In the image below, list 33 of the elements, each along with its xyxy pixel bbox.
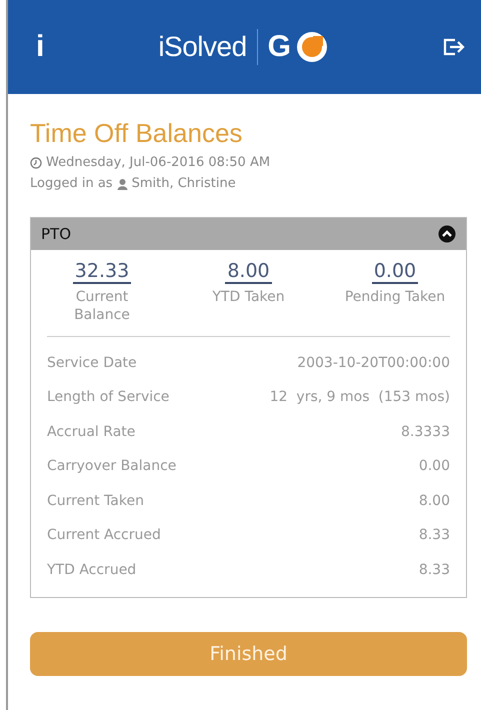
plan-header[interactable]: PTO	[31, 218, 466, 250]
detail-value: 12 yrs, 9 mos (153 mos)	[270, 389, 450, 406]
logo-letter: G	[268, 30, 292, 64]
logged-in-label: Logged in as	[30, 176, 113, 191]
detail-label: Current Accrued	[47, 527, 161, 544]
date-time: Wednesday, Jul-06-2016 08:50 AM	[46, 155, 270, 170]
balance-link[interactable]: 8.00	[225, 260, 272, 284]
detail-value: 8.33	[418, 562, 450, 578]
detail-value: 8.00	[418, 492, 450, 509]
detail-value: 0.00	[418, 458, 450, 474]
collapse-icon[interactable]	[438, 225, 456, 243]
detail-value: 2003-10-20T00:00:00	[297, 354, 450, 371]
balance-link[interactable]: 0.00	[372, 260, 418, 284]
brand-name: iSolved	[158, 31, 247, 63]
balance-label: Current Balance	[73, 288, 131, 324]
detail-label: Carryover Balance	[47, 458, 176, 474]
detail-label: Service Date	[47, 354, 137, 371]
logout-icon[interactable]	[443, 37, 465, 57]
detail-label: Length of Service	[47, 389, 170, 406]
detail-label: Current Taken	[47, 492, 144, 509]
page-title: Time Off Balances	[30, 118, 244, 149]
user-icon	[116, 178, 128, 190]
detail-value: 8.33	[418, 527, 450, 544]
plan-name: PTO	[41, 225, 72, 243]
balance-label: YTD Taken	[212, 288, 285, 306]
balance-link[interactable]: 32.33	[72, 260, 132, 284]
user-name: Smith, Christine	[132, 176, 236, 191]
info-button[interactable]: i	[36, 30, 44, 64]
detail-value: 8.3333	[401, 424, 450, 440]
clock-icon	[30, 156, 42, 168]
detail-label: YTD Accrued	[47, 562, 136, 578]
detail-label: Accrual Rate	[47, 424, 136, 440]
balance-label: Pending Taken	[344, 288, 446, 306]
